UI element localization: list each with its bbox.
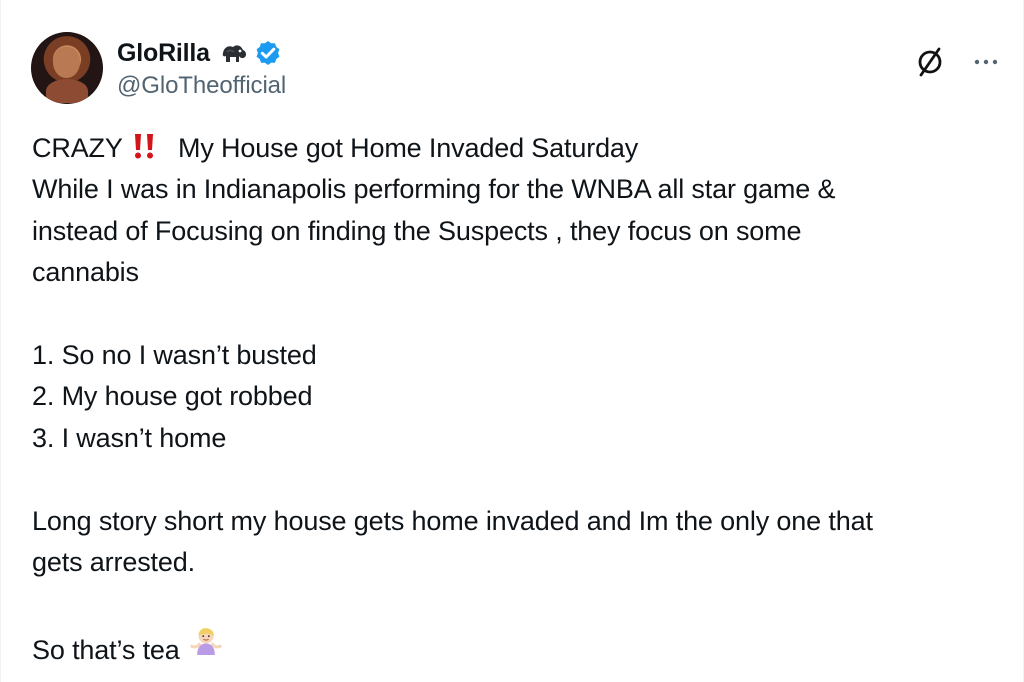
tweet-opening-word: CRAZY — [32, 133, 123, 163]
author-info: GloRilla @GloTheofficial — [117, 38, 286, 98]
author-handle[interactable]: @GloTheofficial — [117, 74, 286, 98]
gorilla-icon — [218, 41, 248, 65]
more-options-icon[interactable] — [969, 45, 1003, 79]
display-name[interactable]: GloRilla — [117, 40, 210, 66]
tweet-header: GloRilla @GloTheofficial — [31, 30, 1003, 106]
verified-badge-icon — [254, 39, 282, 67]
tweet-line: gets arrested. — [32, 546, 195, 577]
final-text: So that’s tea — [32, 634, 180, 665]
tweet-line: Long story short my house gets home inva… — [32, 505, 873, 536]
tweet-line: cannabis — [32, 257, 139, 288]
avatar[interactable] — [31, 32, 103, 104]
person-shrugging-icon — [189, 625, 223, 659]
list-item: 1. So no I wasn’t busted — [32, 339, 317, 370]
list-item: 3. I wasn’t home — [32, 422, 227, 453]
grok-icon[interactable] — [913, 45, 947, 79]
double-exclamation-icon — [132, 132, 156, 160]
list-item: 2. My house got robbed — [32, 381, 313, 412]
tweet-line: While I was in Indianapolis performing f… — [32, 174, 836, 205]
tweet-line: CRAZY My House got Home Invaded Saturday — [32, 128, 992, 169]
tweet-final-line: So that’s tea — [32, 625, 992, 666]
tweet-line: instead of Focusing on finding the Suspe… — [32, 215, 802, 246]
tweet-actions — [913, 45, 1003, 79]
author-name-row: GloRilla — [117, 38, 286, 68]
tweet-card: GloRilla @GloTheofficial CRAZY My House … — [0, 0, 1024, 682]
tweet-headline: My House got Home Invaded Saturday — [178, 133, 639, 163]
tweet-text: CRAZY My House got Home Invaded Saturday… — [32, 128, 992, 666]
